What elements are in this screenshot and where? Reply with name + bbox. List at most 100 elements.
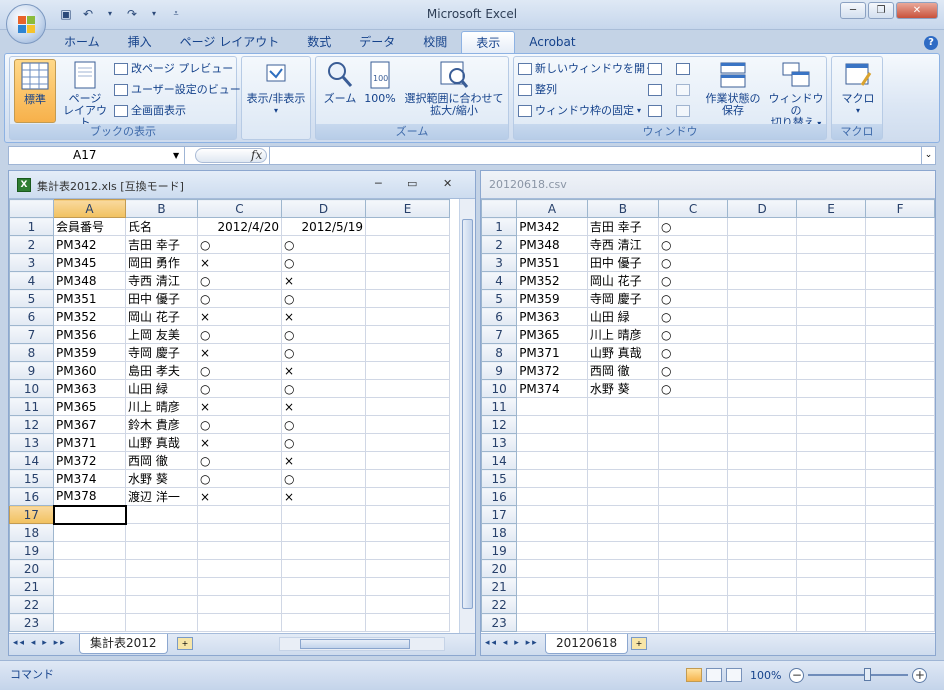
row-header[interactable]: 16: [9, 487, 54, 506]
minimize-button[interactable]: ─: [840, 2, 866, 19]
horizontal-scroll-thumb[interactable]: [300, 639, 410, 649]
cell[interactable]: [365, 523, 450, 542]
cell[interactable]: [365, 397, 450, 416]
cell[interactable]: 山田 緑: [586, 307, 660, 326]
cell[interactable]: 島田 孝夫: [125, 361, 198, 380]
row-header[interactable]: 1: [480, 217, 518, 236]
cell[interactable]: [516, 505, 588, 524]
cell[interactable]: PM342: [516, 217, 588, 236]
cell[interactable]: ○: [281, 415, 366, 434]
cell[interactable]: PM374: [516, 379, 588, 398]
cell[interactable]: [365, 217, 450, 236]
workbook-minimize-button[interactable]: ─: [375, 177, 382, 190]
close-button[interactable]: ✕: [896, 2, 938, 19]
cell[interactable]: PM345: [53, 253, 126, 272]
cell[interactable]: [796, 271, 867, 290]
cell[interactable]: [796, 253, 867, 272]
cell[interactable]: [365, 595, 450, 614]
cell[interactable]: 水野 葵: [125, 469, 198, 488]
row-header[interactable]: 8: [9, 343, 54, 362]
cell[interactable]: ○: [197, 235, 282, 254]
row-header[interactable]: 20: [480, 559, 518, 578]
cell[interactable]: [658, 613, 729, 632]
cell[interactable]: [658, 541, 729, 560]
cell[interactable]: [658, 415, 729, 434]
cell[interactable]: [727, 325, 798, 344]
cell[interactable]: [727, 397, 798, 416]
cell[interactable]: [365, 415, 450, 434]
cell[interactable]: [865, 523, 935, 542]
ribbon-tab[interactable]: データ: [345, 31, 409, 53]
cell[interactable]: [658, 469, 729, 488]
row-header[interactable]: 11: [480, 397, 518, 416]
show-hide-button[interactable]: 表示/非表示 ▾: [244, 59, 308, 117]
cell[interactable]: [516, 613, 588, 632]
cell[interactable]: PM378: [53, 487, 126, 506]
cell[interactable]: [365, 361, 450, 380]
cell[interactable]: [727, 541, 798, 560]
cell[interactable]: [865, 379, 935, 398]
vertical-scroll-thumb[interactable]: [462, 219, 473, 609]
cell[interactable]: ○: [658, 379, 729, 398]
cell[interactable]: [658, 397, 729, 416]
row-header[interactable]: 21: [480, 577, 518, 596]
cell[interactable]: [516, 415, 588, 434]
cell[interactable]: 上岡 友美: [125, 325, 198, 344]
cell[interactable]: ○: [281, 379, 366, 398]
cell[interactable]: [865, 253, 935, 272]
help-icon[interactable]: ?: [924, 36, 938, 50]
cell[interactable]: [516, 397, 588, 416]
cell[interactable]: ×: [197, 307, 282, 326]
cell[interactable]: [727, 451, 798, 470]
cell[interactable]: [125, 541, 198, 560]
insert-sheet-icon[interactable]: +: [631, 637, 647, 650]
cell[interactable]: ×: [197, 487, 282, 506]
row-header[interactable]: 5: [480, 289, 518, 308]
cell[interactable]: ○: [658, 235, 729, 254]
row-header[interactable]: 2: [480, 235, 518, 254]
row-header[interactable]: 17: [480, 505, 518, 524]
save-workspace-button[interactable]: 作業状態の 保存: [702, 59, 764, 117]
cell[interactable]: [365, 577, 450, 596]
cell[interactable]: [197, 577, 282, 596]
cell[interactable]: 会員番号: [53, 217, 126, 236]
cell[interactable]: [796, 289, 867, 308]
cell[interactable]: [865, 451, 935, 470]
cell[interactable]: [796, 415, 867, 434]
zoom-slider[interactable]: [808, 668, 909, 681]
cell[interactable]: 寺西 清江: [586, 235, 660, 254]
unhide-window-button[interactable]: [648, 102, 662, 120]
cell[interactable]: ○: [197, 271, 282, 290]
cell[interactable]: [865, 361, 935, 380]
cell[interactable]: [658, 595, 729, 614]
ribbon-tab[interactable]: 校閲: [409, 31, 461, 53]
ribbon-tab[interactable]: 挿入: [114, 31, 166, 53]
cell[interactable]: ○: [281, 469, 366, 488]
cell[interactable]: [727, 433, 798, 452]
cell[interactable]: 水野 葵: [586, 379, 660, 398]
cell[interactable]: [516, 433, 588, 452]
cell[interactable]: PM360: [53, 361, 126, 380]
cell[interactable]: ○: [658, 271, 729, 290]
cell[interactable]: [586, 523, 660, 542]
row-header[interactable]: 18: [480, 523, 518, 542]
cell[interactable]: PM359: [53, 343, 126, 362]
cell[interactable]: [727, 379, 798, 398]
formula-input[interactable]: [269, 147, 919, 164]
cell[interactable]: [281, 613, 366, 632]
cell[interactable]: [125, 505, 198, 524]
cell[interactable]: [586, 577, 660, 596]
cell[interactable]: [796, 451, 867, 470]
cell[interactable]: [281, 577, 366, 596]
cell[interactable]: 2012/5/19: [281, 217, 366, 236]
zoom-100-button[interactable]: 100 100%: [362, 59, 398, 105]
cell[interactable]: PM372: [53, 451, 126, 470]
cell[interactable]: [197, 559, 282, 578]
cell[interactable]: [865, 235, 935, 254]
cell[interactable]: ○: [197, 379, 282, 398]
cell[interactable]: 岡田 勇作: [125, 253, 198, 272]
cell[interactable]: [53, 523, 126, 542]
zoom-selection-button[interactable]: 選択範囲に合わせて 拡大/縮小: [400, 59, 508, 117]
cell[interactable]: ×: [281, 451, 366, 470]
macro-button[interactable]: マクロ ▾: [836, 59, 880, 117]
